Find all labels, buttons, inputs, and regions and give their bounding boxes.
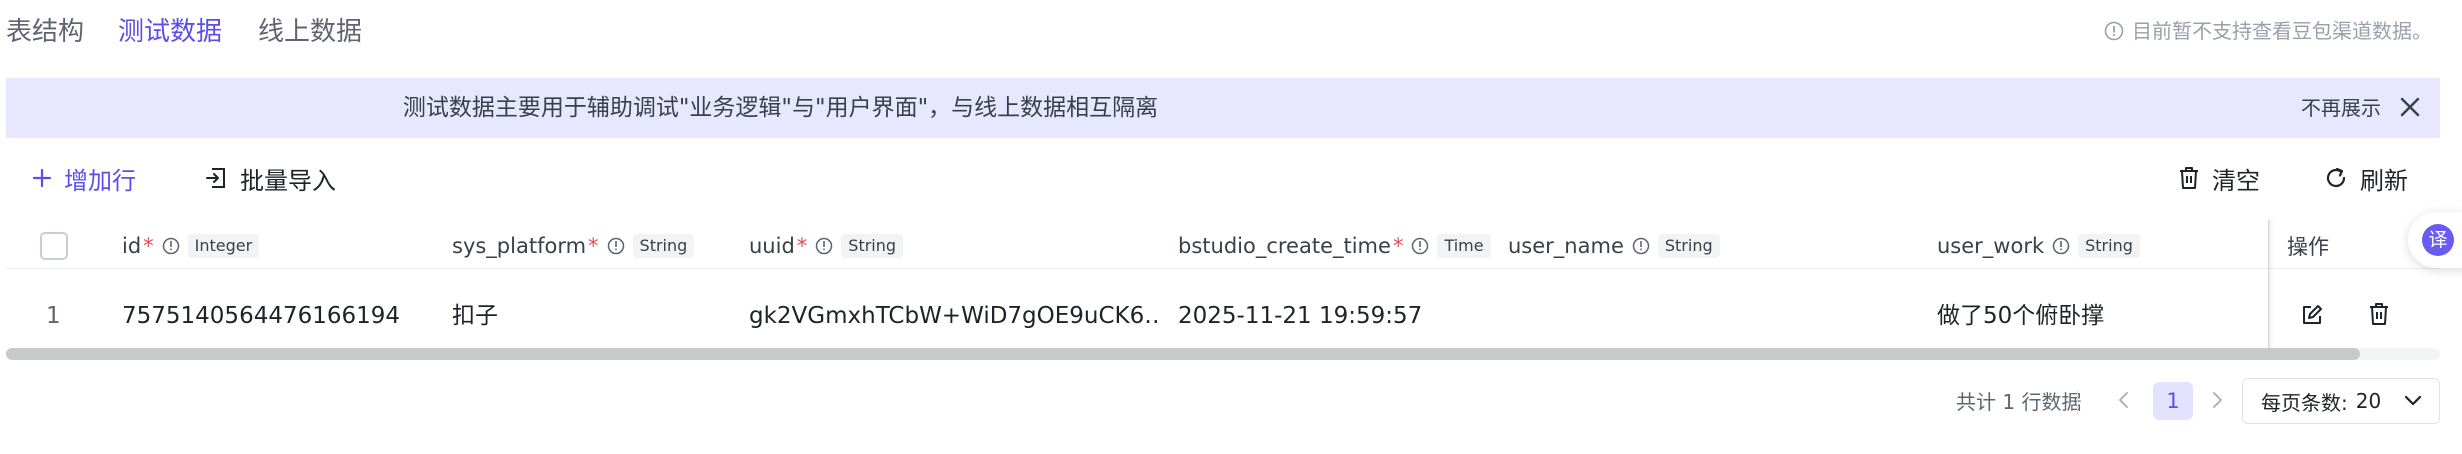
cell-id[interactable]: 7575140564476166194 — [122, 298, 432, 334]
refresh-label: 刷新 — [2360, 166, 2408, 195]
notice-text: 目前暂不支持查看豆包渠道数据。 — [2132, 19, 2432, 43]
required-mark: * — [143, 234, 154, 258]
select-all-checkbox[interactable] — [40, 232, 68, 260]
info-circle-icon[interactable] — [2052, 237, 2070, 255]
page-size-value: 20 — [2355, 389, 2382, 413]
type-badge: String — [2078, 234, 2140, 258]
tab-table-structure[interactable]: 表结构 — [6, 14, 84, 50]
type-badge: String — [632, 234, 695, 258]
column-name: id — [122, 234, 142, 258]
import-icon — [204, 166, 228, 190]
column-header-id: id * Integer — [122, 228, 260, 264]
cell-user-name[interactable] — [1508, 298, 1918, 334]
horizontal-scrollbar[interactable] — [6, 348, 2360, 360]
row-index: 1 — [46, 303, 61, 329]
page-size-select[interactable]: 每页条数: 20 — [2242, 378, 2440, 424]
header-divider — [6, 268, 2440, 269]
batch-import-button[interactable]: 批量导入 — [204, 158, 336, 198]
info-circle-icon[interactable] — [162, 237, 180, 255]
column-name: bstudio_create_time — [1178, 234, 1391, 258]
close-icon[interactable] — [2399, 96, 2421, 118]
dont-show-again-button[interactable]: 不再展示 — [2301, 78, 2381, 138]
trash-icon — [2178, 166, 2200, 190]
info-circle-icon[interactable] — [1411, 237, 1429, 255]
refresh-icon — [2324, 166, 2348, 190]
translate-icon: 译 — [2422, 224, 2454, 256]
type-badge: Time — [1437, 234, 1491, 258]
info-circle-icon — [2104, 21, 2124, 41]
refresh-button[interactable]: 刷新 — [2324, 158, 2408, 198]
cell-bstudio-create-time[interactable]: 2025-11-21 19:59:57 — [1178, 298, 1488, 334]
delete-icon[interactable] — [2368, 302, 2390, 326]
column-header-user-name: user_name String — [1508, 228, 1720, 264]
info-circle-icon[interactable] — [1632, 237, 1650, 255]
add-row-button[interactable]: 增加行 — [32, 158, 136, 198]
actions-header-label: 操作 — [2287, 235, 2329, 259]
info-banner: 测试数据主要用于辅助调试"业务逻辑"与"用户界面"，与线上数据相互隔离 不再展示 — [6, 78, 2440, 138]
column-header-bstudio-create-time: bstudio_create_time * Time — [1178, 228, 1491, 264]
clear-label: 清空 — [2212, 166, 2260, 195]
next-page-icon[interactable] — [2209, 388, 2225, 412]
column-name: user_name — [1508, 234, 1624, 258]
tab-test-data[interactable]: 测试数据 — [118, 14, 222, 50]
batch-import-label: 批量导入 — [240, 166, 336, 195]
column-name: uuid — [749, 234, 795, 258]
column-header-uuid: uuid * String — [749, 228, 904, 264]
cell-sys-platform[interactable]: 扣子 — [452, 298, 732, 334]
type-badge: Integer — [187, 234, 260, 258]
translate-button[interactable]: 译 — [2408, 212, 2462, 268]
channel-notice: 目前暂不支持查看豆包渠道数据。 — [2104, 16, 2432, 46]
clear-button[interactable]: 清空 — [2178, 158, 2260, 198]
required-mark: * — [796, 234, 808, 258]
info-circle-icon[interactable] — [607, 237, 625, 255]
column-header-sys-platform: sys_platform * String — [452, 228, 695, 264]
chevron-down-icon — [2403, 393, 2423, 409]
column-header-actions: 操作 — [2287, 228, 2329, 264]
edit-icon[interactable] — [2300, 303, 2324, 327]
type-badge: String — [841, 234, 904, 258]
cell-user-work[interactable]: 做了50个俯卧撑 — [1937, 298, 2257, 334]
column-header-user-work: user_work String — [1937, 228, 2140, 264]
info-circle-icon[interactable] — [815, 237, 833, 255]
prev-page-icon[interactable] — [2116, 388, 2132, 412]
required-mark: * — [1392, 234, 1404, 258]
pagination-divider — [2077, 390, 2078, 414]
actions-column-shadow — [2268, 220, 2274, 360]
page-size-label: 每页条数: — [2261, 390, 2348, 415]
tab-online-data[interactable]: 线上数据 — [258, 14, 362, 50]
add-row-label: 增加行 — [64, 166, 136, 195]
column-name: sys_platform — [452, 234, 587, 258]
plus-icon — [32, 168, 52, 188]
cell-uuid[interactable]: gk2VGmxhTCbW+WiD7gOE9uCK6… — [749, 298, 1159, 334]
banner-text: 测试数据主要用于辅助调试"业务逻辑"与"用户界面"，与线上数据相互隔离 — [402, 95, 1159, 121]
page-number-button[interactable]: 1 — [2153, 382, 2193, 420]
total-rows-text: 共计 1 行数据 — [1956, 390, 2082, 414]
required-mark: * — [588, 234, 599, 258]
column-name: user_work — [1937, 234, 2045, 258]
type-badge: String — [1657, 234, 1720, 258]
